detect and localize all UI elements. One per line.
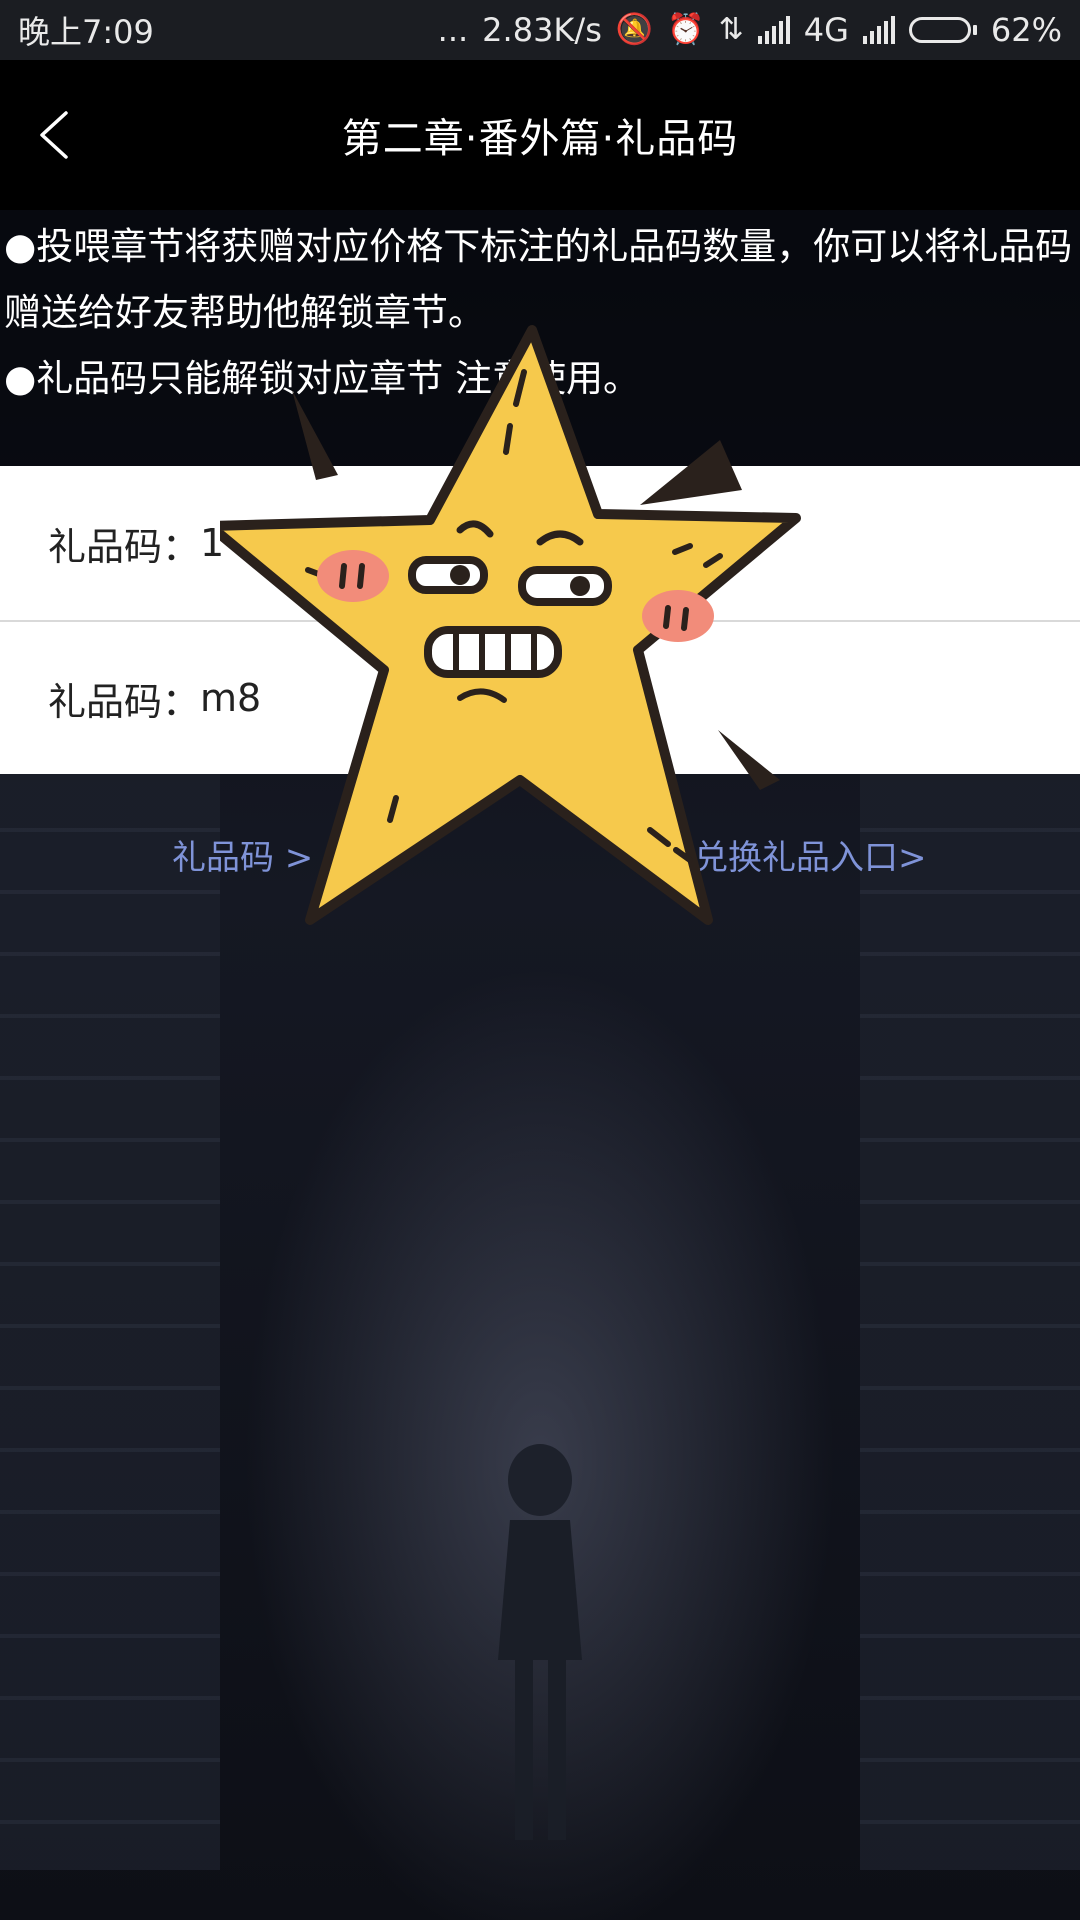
girl-silhouette (498, 1444, 582, 1840)
gift-code-label: 礼品码： (48, 679, 201, 724)
signal-icon (757, 16, 790, 44)
status-bar: 晚上7:09 ... 2.83K/s 🔕 ⏰ ⇅ 4G 62% (0, 0, 1080, 60)
battery-icon (908, 17, 977, 43)
network-speed: 2.83K/s (482, 11, 602, 49)
bookshelf-left (0, 770, 220, 1870)
battery-percent: 62% (990, 11, 1062, 49)
alarm-icon: ⏰ (667, 12, 705, 47)
status-icons: ... 2.83K/s 🔕 ⏰ ⇅ 4G 62% (438, 11, 1062, 49)
mute-icon: 🔕 (615, 12, 654, 47)
network-type: 4G (803, 11, 849, 49)
app-header: 第二章·番外篇·礼品码 (0, 60, 1080, 210)
page-title: 第二章·番外篇·礼品码 (341, 116, 739, 162)
chevron-left-icon[interactable] (28, 105, 88, 165)
gift-code-label: 礼品码： (48, 524, 201, 569)
signal-icon (862, 16, 895, 44)
data-arrows-icon: ⇅ (718, 12, 744, 47)
star-sticker (220, 325, 801, 925)
bookshelf-right (860, 770, 1080, 1870)
status-time: 晚上7:09 (18, 13, 154, 51)
more-dots: ... (437, 11, 469, 49)
